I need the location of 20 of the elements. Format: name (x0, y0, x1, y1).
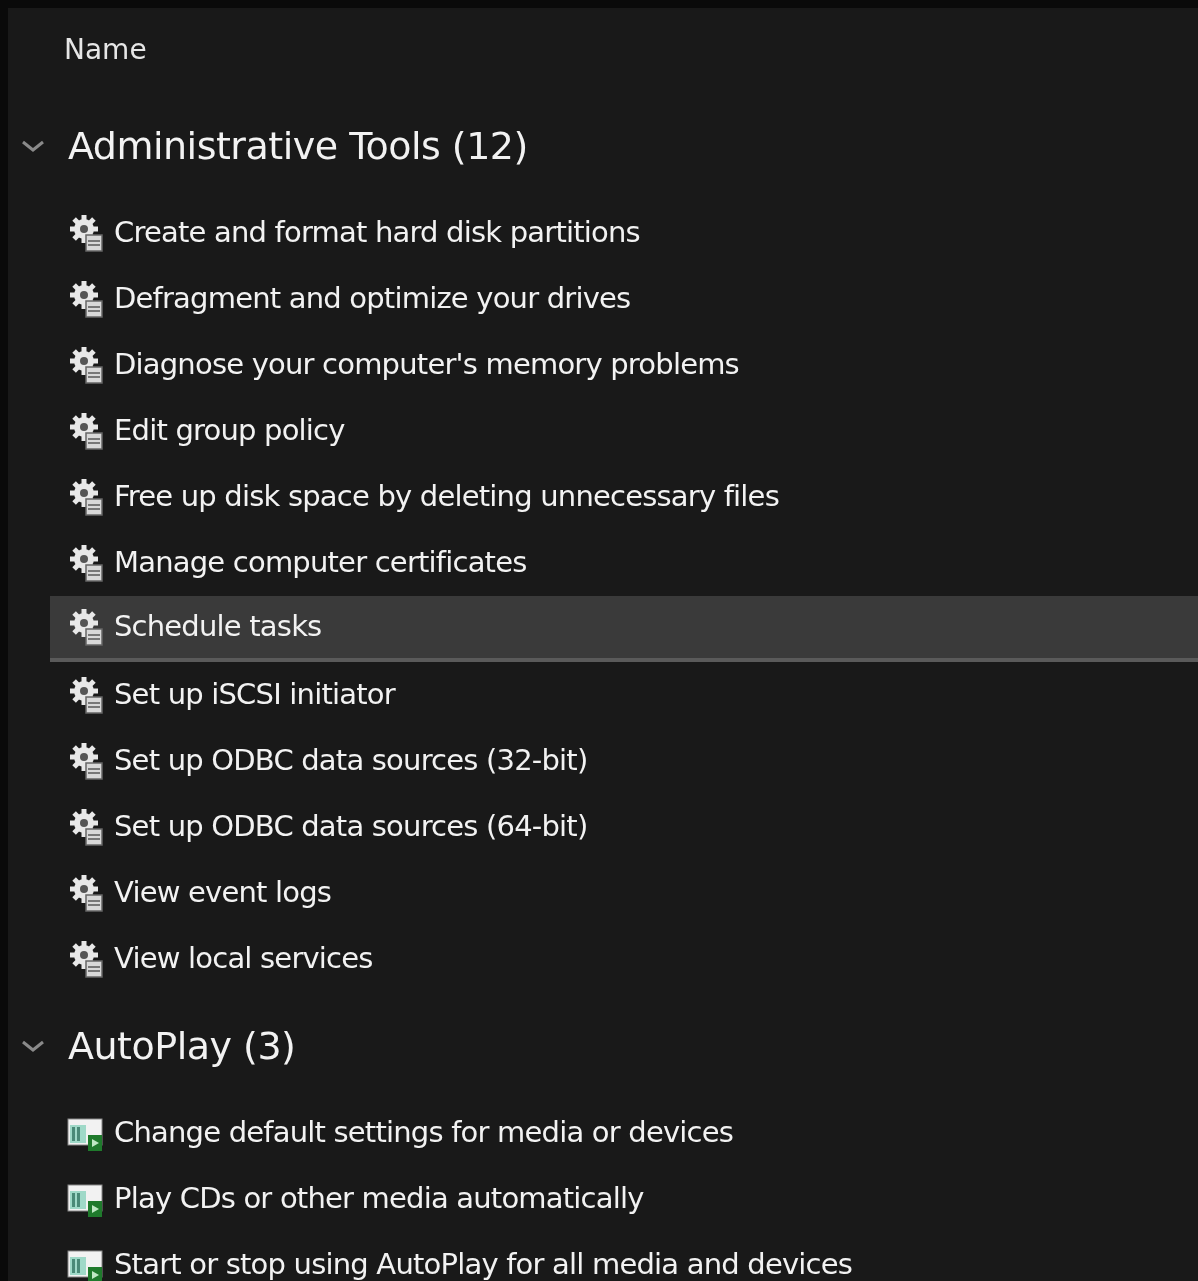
list-item[interactable]: Manage computer certificates (50, 530, 1198, 596)
list-item[interactable]: Edit group policy (50, 398, 1198, 464)
list-item[interactable]: Set up ODBC data sources (32-bit) (50, 728, 1198, 794)
column-header[interactable]: Name (64, 29, 147, 71)
list-item[interactable]: Schedule tasks (50, 596, 1198, 662)
group-header[interactable]: AutoPlay (3) (68, 1017, 296, 1075)
list-item[interactable]: Set up ODBC data sources (64-bit) (50, 794, 1198, 860)
list-item[interactable]: View local services (50, 926, 1198, 992)
list-item[interactable]: Create and format hard disk partitions (50, 200, 1198, 266)
group-header[interactable]: Administrative Tools (12) (68, 117, 528, 175)
list-item[interactable]: View event logs (50, 860, 1198, 926)
list-item[interactable]: Set up iSCSI initiator (50, 662, 1198, 728)
list-item[interactable]: Free up disk space by deleting unnecessary files (50, 464, 1198, 530)
chevron-down-icon[interactable] (20, 138, 46, 154)
list-item[interactable]: Play CDs or other media automatically (50, 1166, 1198, 1232)
list-item[interactable]: Change default settings for media or devices (50, 1100, 1198, 1166)
list-item[interactable]: Start or stop using AutoPlay for all media and devices (50, 1232, 1198, 1281)
list-item[interactable]: Diagnose your computer's memory problems (50, 332, 1198, 398)
list-item[interactable]: Defragment and optimize your drives (50, 266, 1198, 332)
chevron-down-icon[interactable] (20, 1038, 46, 1054)
